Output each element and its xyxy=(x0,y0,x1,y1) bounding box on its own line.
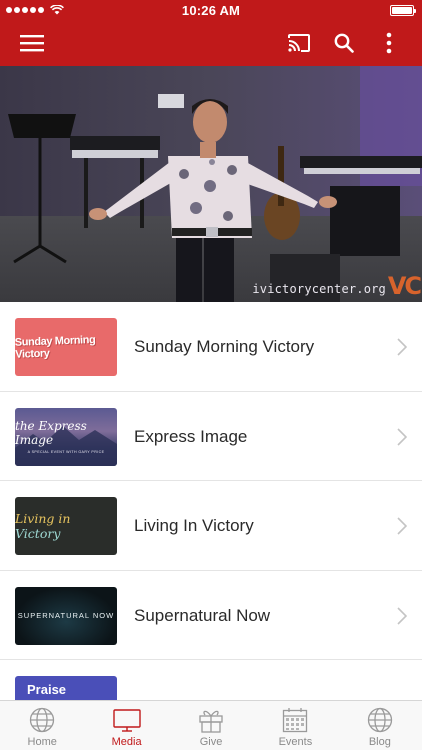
tab-blog[interactable]: Blog xyxy=(338,701,422,750)
series-thumbnail: Sunday Morning Victory xyxy=(15,318,117,376)
list-item-express-image[interactable]: the Express Image A SPECIAL EVENT WITH G… xyxy=(0,392,422,481)
chevron-right-icon xyxy=(397,338,407,356)
more-options-button[interactable] xyxy=(374,28,404,58)
list-item-title: Living In Victory xyxy=(134,516,254,535)
media-list: Sunday Morning Victory Sunday Morning Vi… xyxy=(0,302,422,750)
list-item-supernatural-now[interactable]: SUPERNATURAL NOW Supernatural Now xyxy=(0,571,422,660)
cast-icon xyxy=(288,34,310,52)
hero-logo-mark: VC xyxy=(387,272,422,300)
chevron-right-icon xyxy=(397,606,407,625)
tab-events[interactable]: Events xyxy=(253,701,337,750)
tab-label: Media xyxy=(111,736,142,748)
search-button[interactable] xyxy=(329,28,359,58)
tab-give[interactable]: Give xyxy=(169,701,253,750)
hero-photo xyxy=(0,66,422,302)
tab-home[interactable]: Home xyxy=(0,701,84,750)
menu-button[interactable] xyxy=(17,28,47,58)
status-time: 10:26 AM xyxy=(181,3,241,18)
gift-icon xyxy=(199,710,223,733)
list-item-title: Sunday Morning Victory xyxy=(134,337,315,356)
tab-label: Home xyxy=(27,736,57,748)
globe-icon xyxy=(30,707,55,733)
chevron-right-icon xyxy=(397,427,407,446)
series-thumbnail: the Express Image A SPECIAL EVENT WITH G… xyxy=(15,407,117,466)
more-vertical-icon xyxy=(386,32,392,54)
hero-banner[interactable]: ivictorycenter.org VC xyxy=(0,66,422,302)
list-item-title: Express Image xyxy=(134,426,248,446)
thumbnail-text: Living in Victory xyxy=(15,511,71,541)
thumbnail-text: Praise xyxy=(27,682,67,697)
tab-label: Events xyxy=(278,736,313,748)
thumbnail-subtext: A SPECIAL EVENT WITH GARY PRICE xyxy=(27,450,105,454)
menu-icon xyxy=(20,35,44,52)
tab-label: Give xyxy=(199,736,223,748)
thumbnail-text: Sunday Morning Victory xyxy=(15,333,96,361)
battery-icon xyxy=(390,5,416,16)
status-bar: 10:26 AM xyxy=(0,0,422,20)
hero-watermark: ivictorycenter.org xyxy=(252,282,386,296)
tab-media[interactable]: Media xyxy=(84,701,168,750)
tab-bar: Home Media Give Events Blog xyxy=(0,700,422,750)
globe-icon xyxy=(367,707,392,733)
calendar-icon xyxy=(283,708,308,733)
series-thumbnail: SUPERNATURAL NOW xyxy=(15,586,117,645)
thumbnail-text: SUPERNATURAL NOW xyxy=(17,611,115,620)
list-item-living-in-victory[interactable]: Living in Victory Living In Victory xyxy=(0,481,422,571)
cast-button[interactable] xyxy=(284,28,314,58)
list-item-sunday-morning-victory[interactable]: Sunday Morning Victory Sunday Morning Vi… xyxy=(0,302,422,392)
list-item-title: Supernatural Now xyxy=(134,605,271,625)
series-thumbnail: Living in Victory xyxy=(15,497,117,555)
app-bar xyxy=(0,20,422,66)
search-icon xyxy=(334,33,354,53)
tab-label: Blog xyxy=(368,736,391,748)
tv-icon xyxy=(112,709,141,732)
chevron-right-icon xyxy=(397,517,407,535)
thumbnail-text: the Express Image xyxy=(15,419,87,447)
